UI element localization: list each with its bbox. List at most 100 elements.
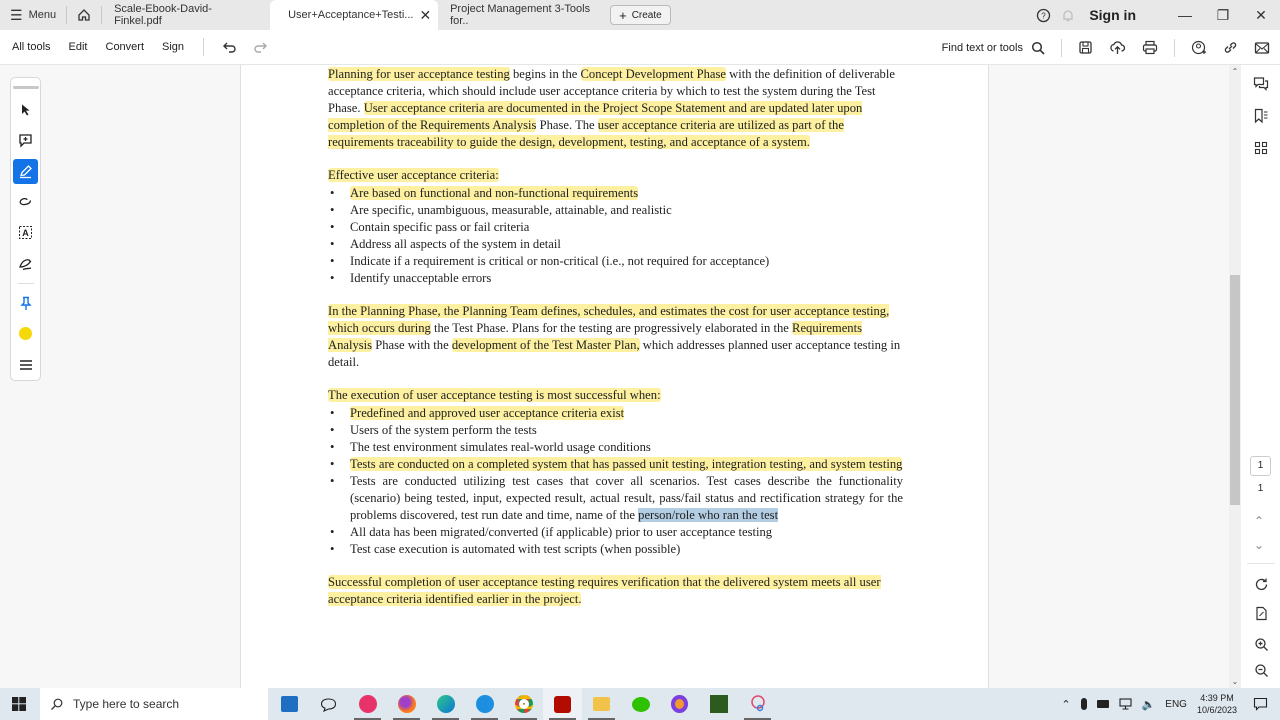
taskbar-search-box[interactable]: Type here to search [40,688,268,720]
network-icon[interactable] [1119,698,1132,710]
taskbar-app-edge[interactable] [426,688,465,720]
add-comment-tool[interactable] [13,129,38,154]
upload-cloud-icon[interactable] [1109,40,1126,55]
more-tools-button[interactable] [13,352,38,377]
color-picker[interactable] [13,322,38,347]
rotate-icon[interactable] [1254,577,1269,592]
effective-criteria-list: Are based on functional and non-function… [328,185,903,287]
email-icon[interactable] [1254,41,1270,55]
sign-in-button[interactable]: Sign in [1089,7,1136,23]
previous-page-icon[interactable]: ⌃ [1254,514,1264,528]
restore-button[interactable]: ❐ [1204,7,1242,24]
notification-bell-icon[interactable] [1061,8,1075,23]
divider [203,38,205,56]
tab-scale-ebook[interactable]: Scale-Ebook-David-Finkel.pdf [102,0,270,30]
list-item: The test environment simulates real-worl… [328,439,903,456]
taskbar-app-store[interactable] [270,688,309,720]
sign-button[interactable]: Sign [153,41,193,53]
language-indicator[interactable]: ENG [1165,699,1187,710]
current-page-input[interactable]: 1 [1250,456,1271,476]
find-text-or-tools[interactable]: Find text or tools [942,41,1045,55]
vertical-scrollbar[interactable]: ⌃ ⌄ [1229,65,1241,688]
save-icon[interactable] [1078,40,1093,55]
home-button[interactable] [67,0,101,30]
taskbar-app-messenger[interactable] [465,688,504,720]
create-button[interactable]: + Create [610,5,671,25]
taskbar-app-chrome[interactable] [504,688,543,720]
tab-user-acceptance-testing[interactable]: User+Acceptance+Testi... ✕ [270,0,439,30]
list-item-text: Test case execution is automated with te… [350,542,681,556]
thumbnails-button[interactable] [1248,135,1274,161]
page-fit-icon[interactable] [1254,606,1269,621]
zoom-out-icon[interactable] [1254,663,1269,678]
close-tab-icon[interactable]: ✕ [419,7,431,24]
convert-button[interactable]: Convert [97,41,154,53]
scroll-up-arrow[interactable]: ⌃ [1229,67,1241,76]
bookmarks-button[interactable] [1248,103,1274,129]
print-icon[interactable] [1142,40,1158,55]
zoom-in-icon[interactable] [1254,637,1269,652]
share-user-icon[interactable] [1191,40,1207,56]
volume-icon[interactable]: 🔈 [1142,698,1156,711]
tab-project-management[interactable]: Project Management 3-Tools for.. [438,0,606,30]
link-icon[interactable] [1223,40,1238,55]
select-tool[interactable] [13,98,38,123]
paragraph-planning-phase: In the Planning Phase, the Planning Team… [328,303,903,371]
redo-icon[interactable] [252,40,268,54]
highlighted-text[interactable]: Are based on functional and non-function… [350,186,639,200]
find-label: Find text or tools [941,41,1023,54]
highlighted-text[interactable]: Tests are conducted on a completed syste… [350,457,903,471]
start-button[interactable] [12,697,26,716]
bookmark-icon [1254,108,1267,124]
highlight-tool[interactable] [13,159,38,184]
divider [1061,38,1062,57]
minimize-button[interactable]: — [1166,7,1204,23]
right-canvas-area [989,65,1229,688]
taskbar-app-recorder[interactable] [348,688,387,720]
draw-tool[interactable] [13,190,38,215]
menu-button[interactable]: ☰ Menu [0,0,66,30]
highlighted-text[interactable]: Planning for user acceptance testing [328,67,510,81]
divider [17,282,34,284]
taskbar-app-file-explorer[interactable] [582,688,621,720]
comment-plus-icon [19,134,32,149]
undo-icon[interactable] [222,40,238,54]
highlighted-text[interactable]: Concept Development Phase [580,67,726,81]
clock[interactable]: 4:39 PM 10/6/2023 [1197,692,1237,716]
taskbar-app-chat[interactable] [309,688,348,720]
tab-bar: ☰ Menu Scale-Ebook-David-Finkel.pdf User… [0,0,1280,30]
scroll-down-arrow[interactable]: ⌄ [1229,677,1241,686]
quick-tools-bar: A [10,77,41,381]
taskbar-app-firefox[interactable] [387,688,426,720]
divider [1247,563,1275,564]
taskbar-app-game[interactable] [699,688,738,720]
list-item: Indicate if a requirement is critical or… [328,253,903,270]
edge-icon [436,695,455,713]
highlighted-text[interactable]: Predefined and approved user acceptance … [350,406,625,420]
selected-text[interactable]: person/role who ran the test [638,508,779,522]
text-box-tool[interactable]: A [13,221,38,246]
edit-button[interactable]: Edit [60,41,97,53]
store-icon [281,696,298,712]
taskbar-app-snipping-tool[interactable] [738,688,777,720]
all-tools-button[interactable]: All tools [0,41,60,53]
highlighted-text[interactable]: development of the Test Master Plan, [451,338,640,352]
fill-sign-tool[interactable] [13,251,38,276]
list-item: All data has been migrated/converted (if… [328,524,903,541]
notifications-icon[interactable] [1253,697,1268,711]
microphone-icon[interactable] [1080,698,1087,710]
help-icon[interactable]: ? [1036,8,1051,23]
battery-icon[interactable] [1096,700,1109,708]
drag-handle[interactable] [12,86,39,89]
taskbar-app-acrobat[interactable] [543,688,582,720]
taskbar-app-wechat[interactable] [621,688,660,720]
next-page-icon[interactable]: ⌄ [1254,538,1264,552]
pin-tool[interactable] [13,291,38,316]
recorder-icon [358,695,377,713]
show-hidden-icons-chevron[interactable]: ⌃ [1061,698,1070,711]
scrollbar-thumb[interactable] [1230,275,1240,505]
taskbar-app-vpn[interactable] [660,688,699,720]
close-window-button[interactable]: ✕ [1242,7,1280,24]
plus-icon: + [619,7,627,23]
comments-button[interactable] [1248,71,1274,97]
